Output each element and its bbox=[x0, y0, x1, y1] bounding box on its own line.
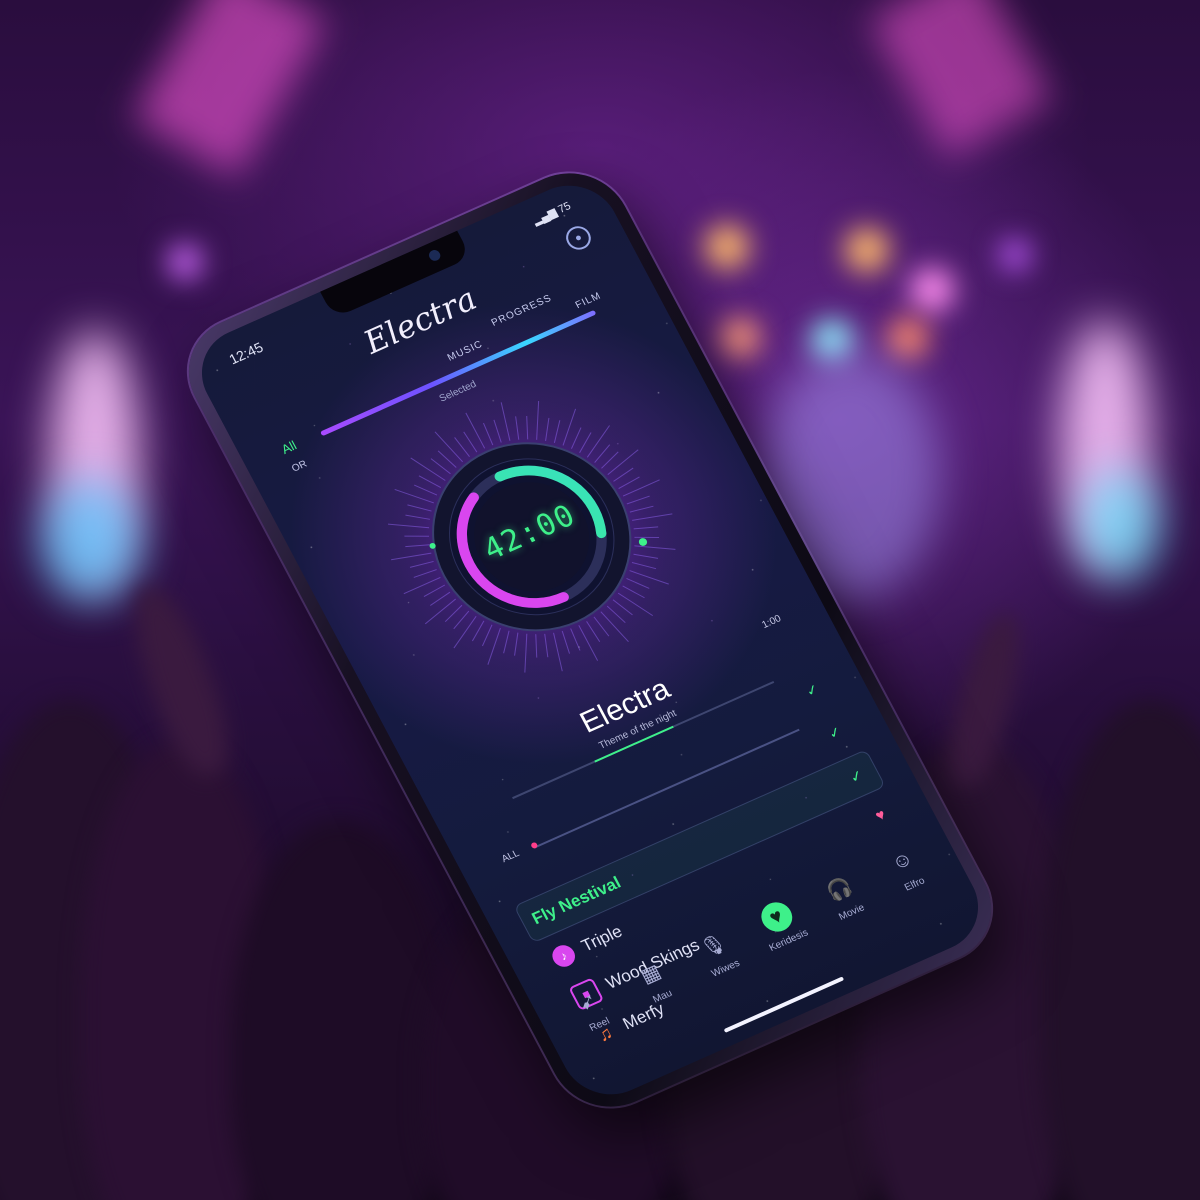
stage-light bbox=[168, 245, 202, 279]
check-icon[interactable]: ✓ bbox=[847, 766, 866, 787]
stage-light bbox=[845, 228, 889, 272]
stage-light bbox=[1000, 240, 1030, 270]
nav-label: Mau bbox=[651, 987, 675, 1006]
nav-label: Elfro bbox=[902, 875, 927, 894]
stage-light bbox=[720, 318, 760, 358]
stage-light bbox=[910, 268, 954, 312]
stage-light-beam bbox=[868, 0, 1052, 160]
nav-label: Movie bbox=[837, 902, 867, 923]
stage-light bbox=[888, 318, 928, 358]
sound-icon: ♪ bbox=[548, 941, 579, 971]
nav-label: Reel bbox=[587, 1015, 612, 1034]
heart-icon[interactable]: ♥ bbox=[872, 806, 888, 825]
crowd-silhouette bbox=[1040, 700, 1200, 1200]
stage-light-beam bbox=[133, 0, 327, 178]
pyro-flame-left-glow bbox=[40, 480, 140, 600]
list-item-label: Triple bbox=[578, 921, 626, 956]
stage-light bbox=[705, 225, 749, 269]
pyro-flame-right-glow bbox=[1080, 470, 1160, 580]
raised-hand bbox=[117, 575, 243, 785]
